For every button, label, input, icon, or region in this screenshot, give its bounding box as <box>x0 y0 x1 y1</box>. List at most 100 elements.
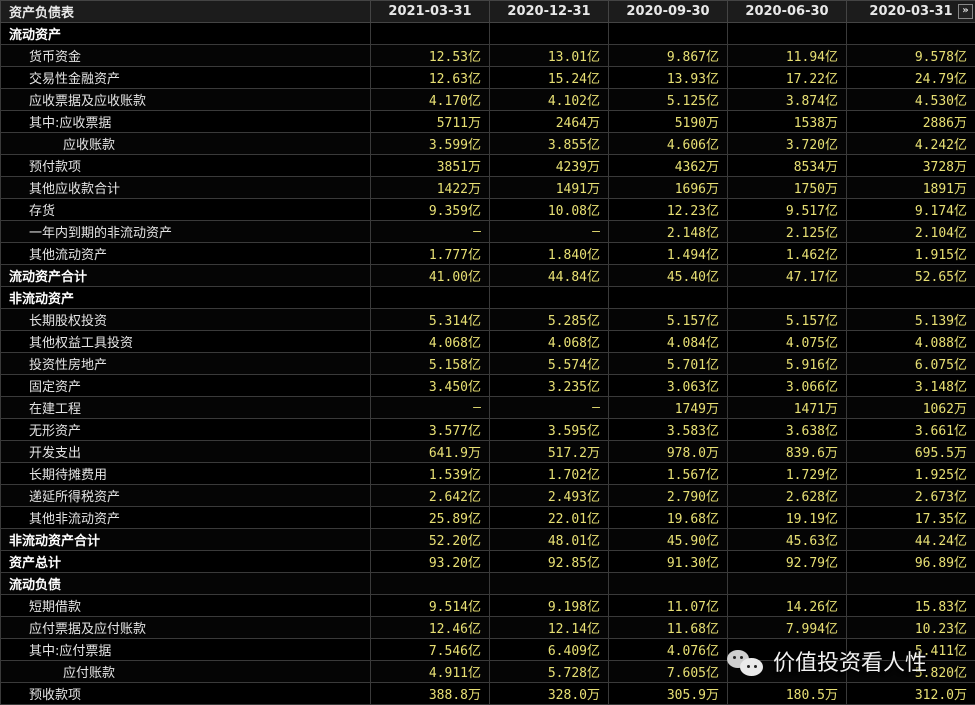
table-row[interactable]: 应收账款3.599亿3.855亿4.606亿3.720亿4.242亿 <box>1 133 975 155</box>
table-row[interactable]: 交易性金融资产12.63亿15.24亿13.93亿17.22亿24.79亿 <box>1 67 975 89</box>
table-row[interactable]: 非流动资产合计52.20亿48.01亿45.90亿45.63亿44.24亿 <box>1 529 975 551</box>
value-cell: 5.125亿 <box>609 89 728 111</box>
row-label: 交易性金融资产 <box>1 67 371 89</box>
table-row[interactable]: 在建工程——1749万1471万1062万 <box>1 397 975 419</box>
column-header-date-label: 2020-03-31 <box>869 4 952 19</box>
value-cell: 1471万 <box>728 397 847 419</box>
table-row[interactable]: 资产总计93.20亿92.85亿91.30亿92.79亿96.89亿 <box>1 551 975 573</box>
value-cell: 7.605亿 <box>609 661 728 683</box>
value-cell: 2.148亿 <box>609 221 728 243</box>
value-cell: 25.89亿 <box>371 507 490 529</box>
value-cell: 12.63亿 <box>371 67 490 89</box>
value-cell: 1538万 <box>728 111 847 133</box>
column-header-date[interactable]: 2021-03-31 <box>371 1 490 23</box>
row-label: 其他权益工具投资 <box>1 331 371 353</box>
wechat-icon <box>727 646 765 676</box>
value-cell: 5711万 <box>371 111 490 133</box>
column-header-date-last[interactable]: 2020-03-31 » <box>847 1 975 23</box>
value-cell: 1.702亿 <box>490 463 609 485</box>
table-row[interactable]: 其他权益工具投资4.068亿4.068亿4.084亿4.075亿4.088亿 <box>1 331 975 353</box>
value-cell <box>371 573 490 595</box>
table-row[interactable]: 其他非流动资产25.89亿22.01亿19.68亿19.19亿17.35亿 <box>1 507 975 529</box>
value-cell: 6.409亿 <box>490 639 609 661</box>
column-header-date[interactable]: 2020-06-30 <box>728 1 847 23</box>
value-cell: 52.20亿 <box>371 529 490 551</box>
table-row[interactable]: 其他流动资产1.777亿1.840亿1.494亿1.462亿1.915亿 <box>1 243 975 265</box>
value-cell: 47.17亿 <box>728 265 847 287</box>
row-label: 应付票据及应付账款 <box>1 617 371 639</box>
table-row[interactable]: 流动资产 <box>1 23 975 45</box>
value-cell: 9.359亿 <box>371 199 490 221</box>
value-cell <box>490 287 609 309</box>
value-cell: 1.494亿 <box>609 243 728 265</box>
value-cell: 1491万 <box>490 177 609 199</box>
row-label: 其他流动资产 <box>1 243 371 265</box>
value-cell: 4.606亿 <box>609 133 728 155</box>
value-cell: 1749万 <box>609 397 728 419</box>
value-cell: 14.26亿 <box>728 595 847 617</box>
table-row[interactable]: 短期借款9.514亿9.198亿11.07亿14.26亿15.83亿 <box>1 595 975 617</box>
table-row[interactable]: 固定资产3.450亿3.235亿3.063亿3.066亿3.148亿 <box>1 375 975 397</box>
table-row[interactable]: 非流动资产 <box>1 287 975 309</box>
value-cell: 9.517亿 <box>728 199 847 221</box>
table-row[interactable]: 长期待摊费用1.539亿1.702亿1.567亿1.729亿1.925亿 <box>1 463 975 485</box>
value-cell: 3.599亿 <box>371 133 490 155</box>
row-label: 非流动资产合计 <box>1 529 371 551</box>
table-row[interactable]: 其他应收款合计1422万1491万1696万1750万1891万 <box>1 177 975 199</box>
table-row[interactable]: 一年内到期的非流动资产——2.148亿2.125亿2.104亿 <box>1 221 975 243</box>
table-row[interactable]: 应付票据及应付账款12.46亿12.14亿11.68亿7.994亿10.23亿 <box>1 617 975 639</box>
value-cell <box>371 23 490 45</box>
table-row[interactable]: 递延所得税资产2.642亿2.493亿2.790亿2.628亿2.673亿 <box>1 485 975 507</box>
table-row[interactable]: 开发支出641.9万517.2万978.0万839.6万695.5万 <box>1 441 975 463</box>
table-row[interactable]: 存货9.359亿10.08亿12.23亿9.517亿9.174亿 <box>1 199 975 221</box>
row-label: 其中:应收票据 <box>1 111 371 133</box>
value-cell: 15.24亿 <box>490 67 609 89</box>
value-cell: 10.23亿 <box>847 617 975 639</box>
column-header-date[interactable]: 2020-12-31 <box>490 1 609 23</box>
table-row[interactable]: 其中:应收票据5711万2464万5190万1538万2886万 <box>1 111 975 133</box>
column-header-date[interactable]: 2020-09-30 <box>609 1 728 23</box>
value-cell: 517.2万 <box>490 441 609 463</box>
scroll-right-button[interactable]: » <box>958 4 973 19</box>
value-cell: 3.148亿 <box>847 375 975 397</box>
value-cell: — <box>490 397 609 419</box>
table-row[interactable]: 无形资产3.577亿3.595亿3.583亿3.638亿3.661亿 <box>1 419 975 441</box>
table-row[interactable]: 货币资金12.53亿13.01亿9.867亿11.94亿9.578亿 <box>1 45 975 67</box>
value-cell: 1422万 <box>371 177 490 199</box>
value-cell: 2.628亿 <box>728 485 847 507</box>
value-cell: 13.01亿 <box>490 45 609 67</box>
table-row[interactable]: 流动资产合计41.00亿44.84亿45.40亿47.17亿52.65亿 <box>1 265 975 287</box>
value-cell: 1.567亿 <box>609 463 728 485</box>
value-cell: 22.01亿 <box>490 507 609 529</box>
value-cell: 12.46亿 <box>371 617 490 639</box>
table-row[interactable]: 流动负债 <box>1 573 975 595</box>
value-cell: 8534万 <box>728 155 847 177</box>
value-cell <box>609 573 728 595</box>
value-cell: 641.9万 <box>371 441 490 463</box>
value-cell: 12.53亿 <box>371 45 490 67</box>
value-cell: 1.777亿 <box>371 243 490 265</box>
value-cell: 93.20亿 <box>371 551 490 573</box>
value-cell: 4.102亿 <box>490 89 609 111</box>
table-row[interactable]: 预付款项3851万4239万4362万8534万3728万 <box>1 155 975 177</box>
row-label: 递延所得税资产 <box>1 485 371 507</box>
table-row[interactable]: 投资性房地产5.158亿5.574亿5.701亿5.916亿6.075亿 <box>1 353 975 375</box>
row-label: 长期待摊费用 <box>1 463 371 485</box>
value-cell: 52.65亿 <box>847 265 975 287</box>
value-cell: 4.084亿 <box>609 331 728 353</box>
value-cell: 19.68亿 <box>609 507 728 529</box>
table-row[interactable]: 应收票据及应收账款4.170亿4.102亿5.125亿3.874亿4.530亿 <box>1 89 975 111</box>
table-row[interactable]: 预收款项388.8万328.0万305.9万180.5万312.0万 <box>1 683 975 705</box>
value-cell: 4.075亿 <box>728 331 847 353</box>
value-cell: 13.93亿 <box>609 67 728 89</box>
value-cell: 1696万 <box>609 177 728 199</box>
value-cell: 388.8万 <box>371 683 490 705</box>
value-cell: 4.068亿 <box>371 331 490 353</box>
value-cell: 3.638亿 <box>728 419 847 441</box>
table-row[interactable]: 长期股权投资5.314亿5.285亿5.157亿5.157亿5.139亿 <box>1 309 975 331</box>
value-cell: 4.911亿 <box>371 661 490 683</box>
value-cell: 5.916亿 <box>728 353 847 375</box>
row-label: 预收款项 <box>1 683 371 705</box>
value-cell <box>609 287 728 309</box>
value-cell: 3.577亿 <box>371 419 490 441</box>
